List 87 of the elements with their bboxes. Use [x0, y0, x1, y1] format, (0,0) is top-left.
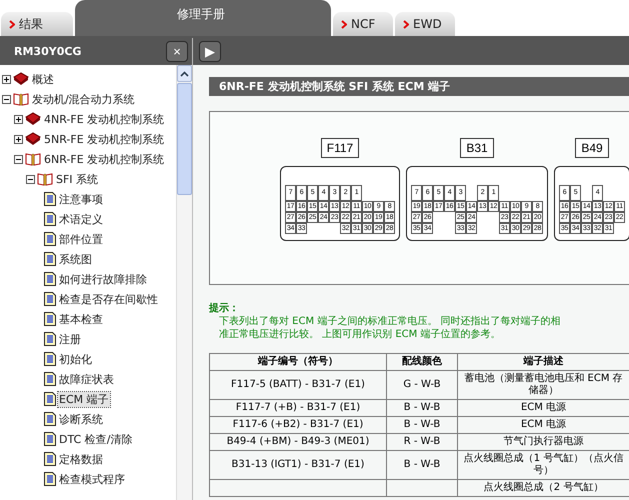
tree-item[interactable]: 发动机/混合动力系统 — [31, 92, 136, 106]
table-cell: R - W-B — [404, 436, 440, 447]
table-cell: B - W-B — [404, 459, 440, 470]
table-cell: ECM 电源 — [520, 419, 566, 430]
page-icon — [44, 372, 56, 386]
table-cell: 点火线圈总成（2 号气缸） — [484, 482, 604, 493]
table-cell: 点火线圈总成（1 号气缸）（点火信号） — [464, 453, 624, 476]
tree-item[interactable]: SFI 系统 — [55, 172, 100, 186]
page-icon — [44, 452, 56, 466]
tab[interactable]: 结果 — [1, 12, 73, 36]
page-icon — [44, 212, 56, 226]
tree-item[interactable]: 注册 — [58, 332, 82, 346]
tree-item[interactable]: 6NR-FE 发动机控制系统 — [43, 152, 166, 166]
book-icon — [25, 132, 41, 146]
tree-item[interactable]: 检查模式程序 — [58, 472, 126, 486]
table-cell: 节气门执行器电源 — [504, 436, 584, 447]
chevron-icon — [9, 20, 15, 28]
tree-item[interactable]: ECM 端子 — [58, 392, 110, 406]
connector-label: B31 — [460, 138, 494, 158]
table-cell: B - W-B — [404, 419, 440, 430]
table-cell: G - W-B — [403, 379, 441, 390]
tab[interactable]: NCF — [333, 12, 393, 36]
collapse-icon[interactable] — [2, 94, 11, 104]
column-header: 端子描述 — [458, 354, 629, 370]
scroll-thumb[interactable] — [177, 83, 192, 195]
section-title: 6NR-FE 发动机控制系统 SFI 系统 ECM 端子 — [209, 77, 629, 96]
tree-item[interactable]: 4NR-FE 发动机控制系统 — [43, 112, 166, 126]
expand-icon[interactable] — [14, 114, 23, 124]
open-book-icon — [37, 172, 53, 186]
page-icon — [44, 192, 56, 206]
tab[interactable]: 修理手册 — [75, 0, 331, 36]
table-cell: F117-5 (BATT) - B31-7 (E1) — [231, 379, 365, 390]
expand-icon[interactable] — [14, 134, 23, 144]
hint-label: 提示： — [209, 302, 240, 315]
tree-item[interactable]: 定格数据 — [58, 452, 104, 466]
chevron-icon — [403, 20, 409, 28]
book-icon — [13, 72, 29, 86]
tree-item[interactable]: 部件位置 — [58, 232, 104, 246]
column-header: 配线颜色 — [386, 354, 458, 370]
page-icon — [44, 312, 56, 326]
tree-item[interactable]: 诊断系统 — [58, 412, 104, 426]
expand-icon[interactable] — [2, 74, 11, 84]
tree-item[interactable]: DTC 检查/清除 — [58, 432, 134, 446]
collapse-icon[interactable] — [26, 174, 35, 184]
table-cell: B31-13 (IGT1) - B31-7 (E1) — [232, 459, 364, 470]
column-header: 端子编号（符号） — [210, 354, 386, 370]
tree-item[interactable]: 概述 — [31, 72, 55, 86]
table-cell: 蓄电池（测量蓄电池电压和 ECM 存储器） — [464, 373, 623, 396]
page-icon — [44, 252, 56, 266]
connector-label: F117 — [320, 138, 360, 158]
page-icon — [44, 232, 56, 246]
tree-item[interactable]: 初始化 — [58, 352, 93, 366]
tree-item[interactable]: 检查是否存在间歇性 — [58, 292, 159, 306]
table-cell: F117-6 (+B2) - B31-7 (E1) — [232, 419, 364, 430]
page-icon — [44, 272, 56, 286]
page-icon — [44, 332, 56, 346]
tab[interactable]: EWD — [395, 12, 455, 36]
scrollbar[interactable] — [176, 65, 192, 500]
page-icon — [44, 412, 56, 426]
manual-code: RM30Y0CG — [14, 45, 82, 58]
tree-item[interactable]: 故障症状表 — [58, 372, 115, 386]
tree-item[interactable]: 系统图 — [58, 252, 93, 266]
tree-item[interactable]: 5NR-FE 发动机控制系统 — [43, 132, 166, 146]
page-icon — [44, 352, 56, 366]
book-icon — [25, 112, 41, 126]
open-book-icon — [25, 152, 41, 166]
page-icon — [44, 432, 56, 446]
table-cell: B - W-B — [404, 402, 440, 413]
tree-item[interactable]: 基本检查 — [58, 312, 104, 326]
page-icon — [44, 472, 56, 486]
collapse-icon[interactable] — [14, 154, 23, 164]
scroll-up-icon[interactable] — [177, 65, 192, 82]
connector-label: B49 — [575, 138, 609, 158]
open-book-icon — [13, 92, 29, 106]
tree-item[interactable]: 术语定义 — [58, 212, 104, 226]
close-button[interactable]: × — [166, 41, 188, 62]
page-icon — [44, 292, 56, 306]
hint-text: 准正常电压进行比较。 上图可用作识别 ECM 端子位置的参考。 — [218, 328, 502, 341]
page-icon — [44, 392, 56, 406]
tree-item[interactable]: 注意事项 — [58, 192, 104, 206]
tree-item[interactable]: 如何进行故障排除 — [58, 272, 148, 286]
table-cell: F117-7 (+B) - B31-7 (E1) — [236, 402, 360, 413]
play-button[interactable]: ▶ — [199, 41, 221, 62]
table-cell: B49-4 (+BM) - B49-3 (ME01) — [226, 436, 370, 447]
chevron-icon — [341, 20, 347, 28]
table-cell: ECM 电源 — [520, 402, 566, 413]
hint-text: 下表列出了每对 ECM 端子之间的标准正常电压。 同时还指出了每对端子的相 — [218, 315, 562, 328]
